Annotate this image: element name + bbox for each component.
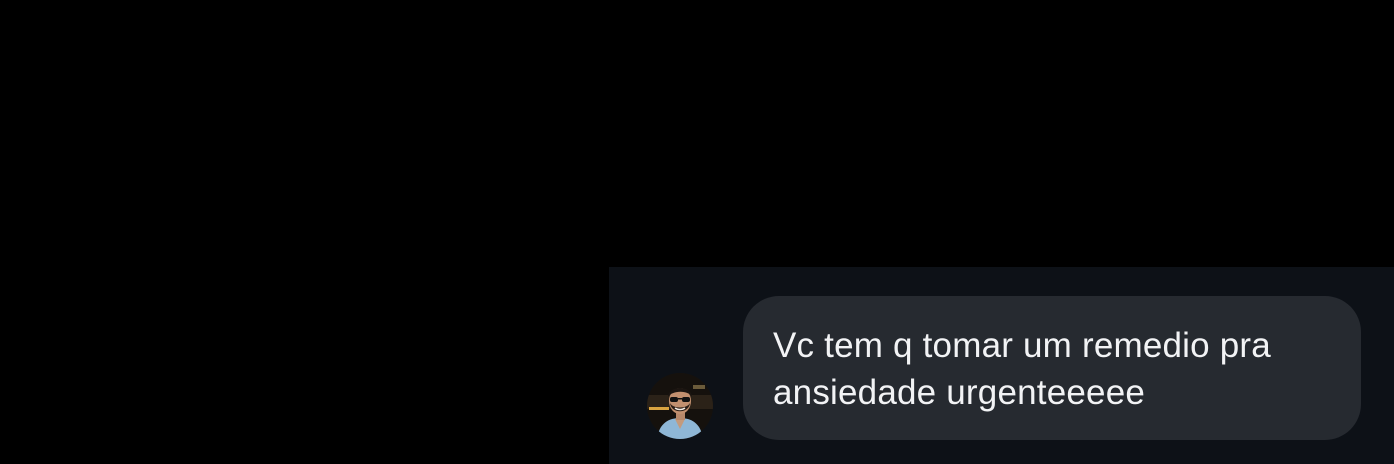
message-text: Vc tem q tomar um remedio pra ansiedade …: [773, 326, 1281, 412]
sender-avatar[interactable]: [647, 373, 713, 439]
profile-photo-icon: [647, 373, 713, 439]
message-bubble[interactable]: Vc tem q tomar um remedio pra ansiedade …: [743, 296, 1361, 440]
screen: Vc tem q tomar um remedio pra ansiedade …: [0, 0, 1394, 464]
chat-thread: Vc tem q tomar um remedio pra ansiedade …: [609, 267, 1394, 464]
